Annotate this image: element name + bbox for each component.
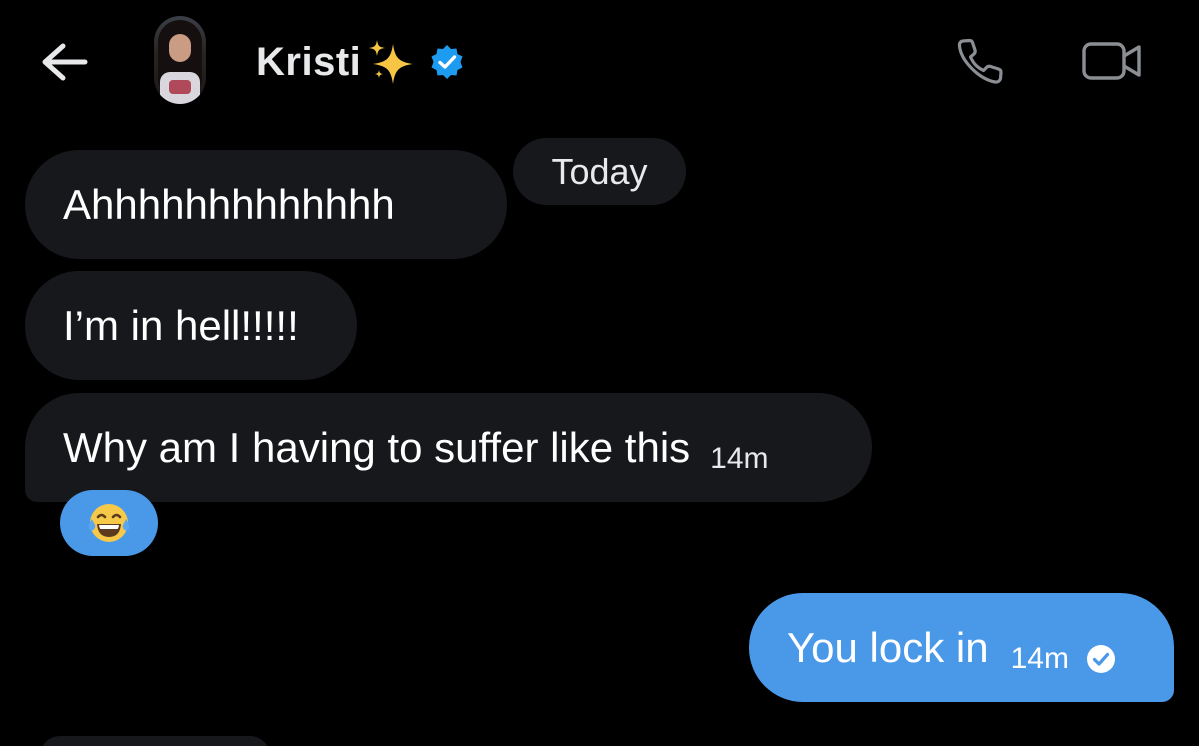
verified-badge-icon: [431, 45, 463, 79]
message-text: I’m in hell!!!!!: [63, 301, 299, 349]
voice-call-button[interactable]: [952, 34, 1010, 88]
message-timestamp: 14m: [710, 441, 769, 475]
video-camera-icon: [1082, 42, 1141, 80]
received-message-bubble[interactable]: Why am I having to suffer like this 14m: [25, 393, 872, 502]
conversation-header: Kristi: [0, 0, 1199, 120]
arrow-left-icon: [42, 43, 88, 81]
contact-avatar[interactable]: [154, 16, 206, 104]
dm-conversation-screen: Kristi Today Ahhhhhhhhhhhhh I’m in hell!…: [0, 0, 1199, 746]
message-timestamp: 14m: [1010, 641, 1069, 675]
received-message-bubble[interactable]: I’m in hell!!!!!: [25, 271, 357, 380]
received-message-bubble[interactable]: Ahhhhhhhhhhhhh: [25, 150, 507, 259]
back-button[interactable]: [36, 36, 92, 88]
contact-name: Kristi: [256, 39, 362, 84]
message-text: Ahhhhhhhhhhhhh: [63, 180, 395, 228]
date-separator: Today: [513, 138, 686, 205]
sparkles-emoji-icon: [369, 40, 414, 84]
received-message-bubble-partial[interactable]: [40, 736, 270, 746]
message-reaction[interactable]: [60, 490, 158, 556]
contact-name-row[interactable]: Kristi: [256, 38, 465, 86]
message-text: Why am I having to suffer like this: [63, 423, 691, 471]
message-text: You lock in: [787, 623, 989, 671]
read-check-icon: [1086, 644, 1115, 673]
phone-icon: [957, 38, 1003, 84]
video-call-button[interactable]: [1078, 34, 1146, 88]
sent-message-bubble[interactable]: You lock in 14m: [749, 593, 1174, 702]
tears-of-joy-emoji: [88, 504, 130, 542]
